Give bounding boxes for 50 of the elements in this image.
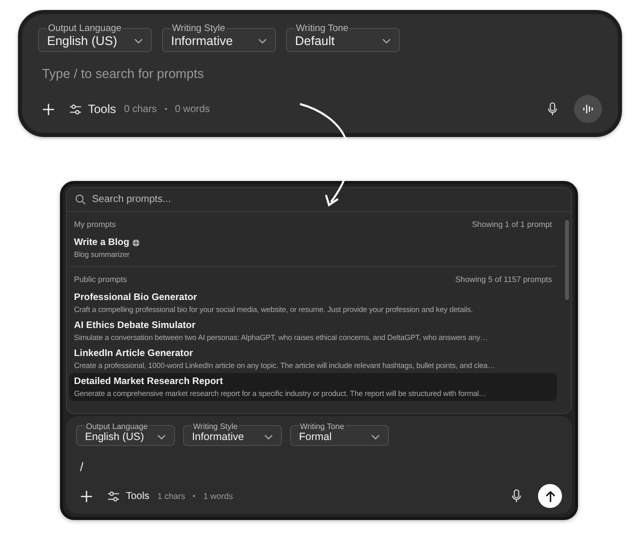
dropdown-label: Output Language (85, 421, 149, 432)
prompt-title: Professional Bio Generator (74, 292, 198, 303)
chevron-down-icon (134, 38, 143, 44)
search-icon (75, 194, 86, 205)
result-count: Showing 5 of 1157 prompts (455, 275, 552, 284)
section-title: My prompts (74, 220, 116, 229)
tools-button[interactable]: Tools (107, 490, 150, 502)
dropdown-label: Writing Style (192, 421, 239, 432)
sliders-icon (107, 490, 120, 502)
waveform-icon (582, 103, 594, 115)
chevron-down-icon (258, 38, 267, 44)
search-field[interactable]: Search prompts... (92, 194, 392, 205)
send-button[interactable] (538, 484, 562, 508)
chevron-down-icon (382, 38, 391, 44)
dropdown-value: Informative (192, 430, 245, 442)
dropdown-value: English (US) (85, 430, 144, 442)
plus-icon[interactable] (42, 102, 55, 116)
scrollbar[interactable] (565, 220, 569, 300)
chevron-down-icon (157, 434, 166, 440)
word-count: 0 words (174, 104, 210, 114)
dropdown-label: Output Language (47, 23, 122, 34)
dropdown-value: Default (295, 34, 336, 48)
tools-button[interactable]: Tools (69, 102, 116, 116)
arrow-up-icon (544, 490, 556, 502)
chevron-down-icon (371, 434, 380, 440)
dropdown-label: Writing Style (171, 23, 226, 34)
separator-dot (164, 108, 167, 110)
prompt-title: AI Ethics Debate Simulator (74, 320, 196, 331)
dropdown-label: Writing Tone (299, 421, 346, 432)
prompt-input[interactable]: / (80, 460, 380, 474)
plus-icon[interactable] (80, 490, 93, 502)
char-count: 1 chars (157, 491, 186, 501)
prompt-title: Write a Blog (74, 237, 130, 248)
char-count: 0 chars (124, 104, 157, 114)
result-count: Showing 1 of 1 prompt (472, 220, 552, 229)
dropdown-value: Informative (171, 34, 234, 48)
prompt-input[interactable]: Type / to search for prompts (42, 66, 342, 81)
separator-dot (193, 495, 196, 497)
dropdown-value: Formal (299, 430, 333, 442)
microphone-icon[interactable] (547, 102, 558, 116)
sliders-icon (69, 104, 82, 114)
prompt-title: LinkedIn Article Generator (74, 348, 193, 359)
prompt-title: Detailed Market Research Report (74, 376, 223, 387)
section-title: Public prompts (74, 275, 127, 284)
microphone-icon[interactable] (511, 489, 522, 503)
chevron-down-icon (264, 434, 273, 440)
voice-button[interactable] (574, 95, 602, 123)
dropdown-label: Writing Tone (295, 23, 350, 34)
dropdown-value: English (US) (47, 34, 118, 48)
word-count: 1 words (203, 491, 233, 501)
